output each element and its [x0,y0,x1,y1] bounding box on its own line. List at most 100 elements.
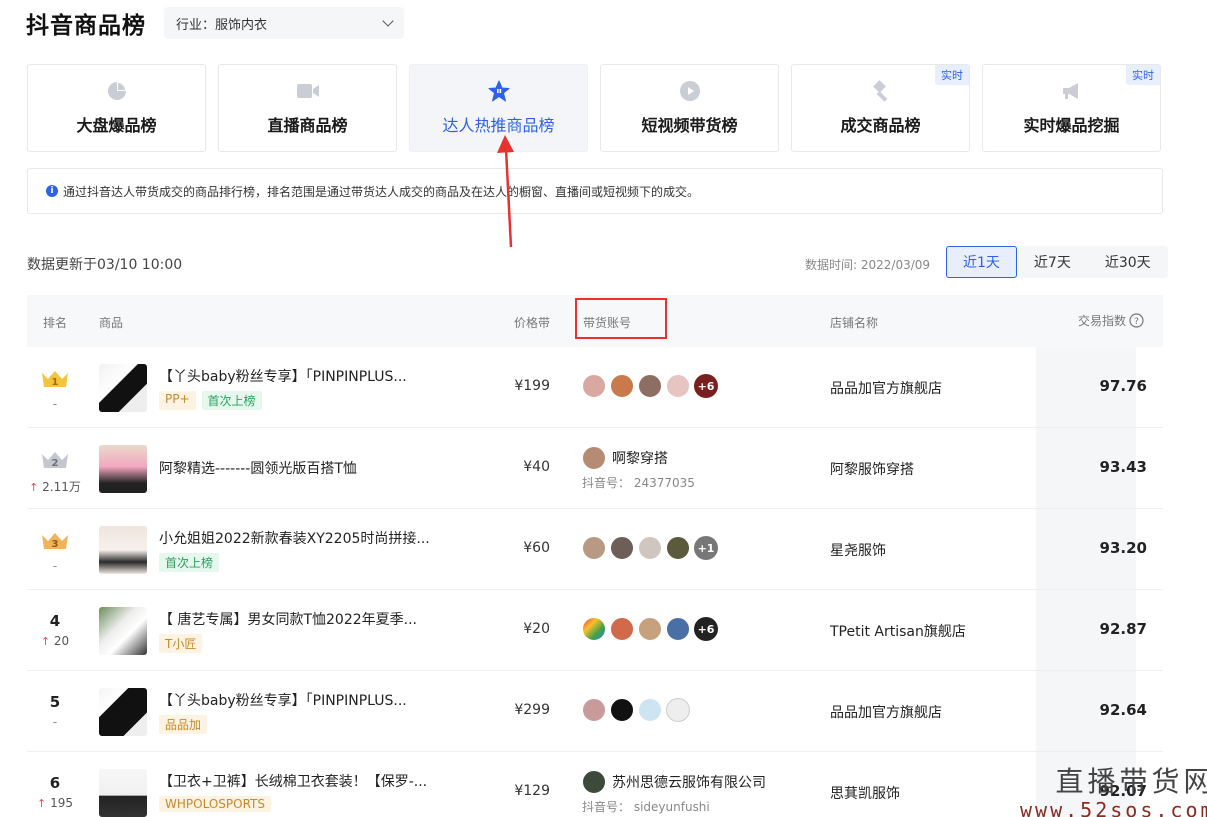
avatar[interactable] [582,446,606,470]
card-label: 成交商品榜 [840,116,921,135]
shop-name[interactable]: 品品加官方旗舰店 [830,378,942,398]
product-title[interactable]: 【卫衣+卫裤】长绒棉卫衣套装！【保罗-... [159,771,427,791]
avatar[interactable] [638,698,662,722]
table-row[interactable]: 2 ↑ 2.11万 阿黎精选-------圆领光版百搭T恤 ¥40 啊黎穿搭 抖… [27,428,1163,509]
shop-name[interactable]: TPetit Artisan旗舰店 [830,621,966,641]
header: 抖音商品榜 行业：服饰内衣 [26,6,404,40]
header-rank: 排名 [43,316,68,330]
card-market-hot[interactable]: 大盘爆品榜 [27,64,206,152]
price-range: ¥20 [523,621,550,637]
brand-tag: T小匠 [159,634,203,653]
avatar[interactable] [610,617,634,641]
account-name[interactable]: 苏州思德云服饰有限公司 [612,772,766,792]
card-deal[interactable]: 实时 成交商品榜 [791,64,970,152]
product-thumbnail[interactable] [99,607,147,655]
realtime-badge: 实时 [1126,65,1160,85]
product-tags: 首次上榜 [159,553,220,572]
avatar[interactable] [666,374,690,398]
new-entry-tag: 首次上榜 [159,553,220,572]
shop-name[interactable]: 品品加官方旗舰店 [830,702,942,722]
avatar[interactable] [610,374,634,398]
account-info[interactable]: 苏州思德云服饰有限公司 抖音号： sideyunfushi [582,770,766,815]
rank-change-value: 2.11万 [42,480,81,494]
avatar[interactable] [666,698,690,722]
price-range: ¥40 [523,459,550,475]
table-row[interactable]: 1 - 【丫头baby粉丝专享】「PINPINPLUS... PP+ 首次上榜 … [27,347,1163,428]
avatar[interactable] [582,617,606,641]
table-row[interactable]: 5 - 【丫头baby粉丝专享】「PINPINPLUS... 品品加 ¥299 … [27,671,1163,752]
video-camera-icon [296,80,319,102]
more-accounts-badge[interactable]: +1 [694,536,718,560]
table-row[interactable]: 3 - 小允姐姐2022新款春装XY2205时尚拼接... 首次上榜 ¥60 +… [27,509,1163,590]
avatar[interactable] [582,536,606,560]
account-avatars[interactable]: +1 [582,536,718,560]
info-icon: i [46,185,58,197]
product-thumbnail[interactable] [99,769,147,817]
product-thumbnail[interactable] [99,445,147,493]
more-accounts-badge[interactable]: +6 [694,374,718,398]
megaphone-icon [1061,80,1083,102]
product-tags: T小匠 [159,634,203,653]
rank-change-value: 195 [50,796,73,810]
product-title[interactable]: 【丫头baby粉丝专享】「PINPINPLUS... [159,690,407,710]
tab-1-day[interactable]: 近1天 [946,246,1017,278]
account-avatars[interactable]: +6 [582,617,718,641]
avatar[interactable] [582,374,606,398]
trade-index: 92.64 [1099,701,1147,719]
avatar[interactable] [610,536,634,560]
header-product: 商品 [99,316,124,330]
card-short-video[interactable]: 短视频带货榜 [600,64,779,152]
product-tags: 品品加 [159,715,208,734]
price-range: ¥60 [523,540,550,556]
more-accounts-badge[interactable]: +6 [694,617,718,641]
data-date-text: 数据时间: 2022/03/09 [805,258,931,272]
shop-name[interactable]: 星尧服饰 [830,540,886,560]
product-tags: PP+ 首次上榜 [159,391,262,410]
chevron-down-icon [382,15,394,27]
shop-name[interactable]: 阿黎服饰穿搭 [830,459,914,479]
header-index-label: 交易指数 [1078,314,1127,328]
product-thumbnail[interactable] [99,688,147,736]
table-row[interactable]: 4 ↑ 20 【 唐艺专属】男女同款T恤2022年夏季... T小匠 ¥20 +… [27,590,1163,671]
card-realtime-mining[interactable]: 实时 实时爆品挖掘 [982,64,1161,152]
time-range-tabs: 近1天 近7天 近30天 [946,246,1168,278]
info-bar: i 通过抖音达人带货成交的商品排行榜，排名范围是通过带货达人成交的商品及在达人的… [27,168,1163,214]
card-live[interactable]: 直播商品榜 [218,64,397,152]
avatar[interactable] [638,617,662,641]
tab-7-days[interactable]: 近7天 [1017,246,1088,278]
help-icon[interactable]: ? [1129,313,1144,328]
avatar[interactable] [638,536,662,560]
avatar[interactable] [582,770,606,794]
svg-text:?: ? [1134,317,1139,327]
account-avatars[interactable] [582,698,690,722]
product-title[interactable]: 【 唐艺专属】男女同款T恤2022年夏季... [159,609,417,629]
account-avatars[interactable]: +6 [582,374,718,398]
table-row[interactable]: 6 ↑ 195 【卫衣+卫裤】长绒棉卫衣套装！【保罗-... WHPOLOSPO… [27,752,1163,817]
avatar[interactable] [638,374,662,398]
product-title[interactable]: 阿黎精选-------圆领光版百搭T恤 [159,458,357,478]
account-name[interactable]: 啊黎穿搭 [612,448,668,468]
shop-name[interactable]: 思萁凯服饰 [830,783,900,803]
product-thumbnail[interactable] [99,526,147,574]
account-info[interactable]: 啊黎穿搭 抖音号： 24377035 [582,446,695,491]
rank-cell: 1 - [27,369,83,411]
watermark-url: www.52sos.com [1020,798,1207,817]
header-price[interactable]: 价格带 [514,314,550,331]
header-index[interactable]: 交易指数 ? [1078,312,1144,329]
card-label: 大盘爆品榜 [76,116,157,135]
avatar[interactable] [666,617,690,641]
pie-chart-icon [106,80,128,102]
avatar[interactable] [582,698,606,722]
product-title[interactable]: 【丫头baby粉丝专享】「PINPINPLUS... [159,366,407,386]
product-thumbnail[interactable] [99,364,147,412]
avatar[interactable] [666,536,690,560]
annotation-highlight-box [575,298,667,339]
industry-select[interactable]: 行业：服饰内衣 [164,7,404,39]
product-title[interactable]: 小允姐姐2022新款春装XY2205时尚拼接... [159,528,430,548]
card-label: 实时爆品挖掘 [1023,116,1120,135]
avatar[interactable] [610,698,634,722]
rank-cell: 6 ↑ 195 [27,774,83,810]
page-title: 抖音商品榜 [26,13,146,39]
tab-30-days[interactable]: 近30天 [1088,246,1168,278]
rank-change: - [52,559,58,573]
